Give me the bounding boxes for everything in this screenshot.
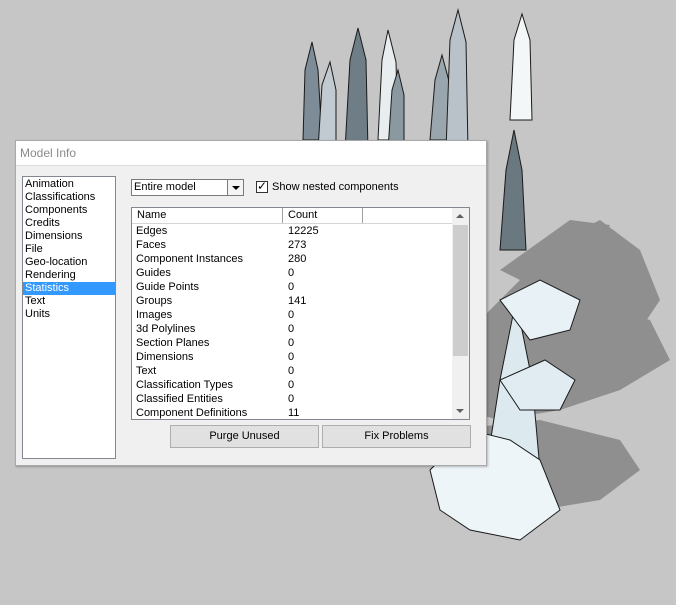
fix-problems-button[interactable]: Fix Problems (322, 425, 471, 448)
row-name: Section Planes (136, 337, 210, 349)
sidebar-item-geo-location[interactable]: Geo-location (23, 256, 115, 269)
sidebar-item-text[interactable]: Text (23, 295, 115, 308)
row-count: 0 (288, 365, 295, 377)
sidebar-item-units[interactable]: Units (23, 308, 115, 321)
table-row[interactable]: Edges 12225 (132, 224, 453, 238)
table-row[interactable]: Component Definitions 11 (132, 406, 453, 419)
table-row[interactable]: Classification Types 0 (132, 378, 453, 392)
sidebar-item-statistics[interactable]: Statistics (23, 282, 115, 295)
statistics-table[interactable]: Name Count Edges 12225 Faces 273 Component I… (131, 207, 470, 420)
dialog-title: Model Info (20, 146, 77, 160)
row-count: 0 (288, 379, 295, 391)
row-name: Guide Points (136, 281, 199, 293)
row-name: Edges (136, 225, 168, 237)
row-name: Classified Entities (136, 393, 223, 405)
dialog-titlebar[interactable]: Model Info (16, 141, 486, 166)
row-count: 0 (288, 393, 295, 405)
sidebar-item-components[interactable]: Components (23, 204, 115, 217)
checkmark-icon: ✓ (257, 179, 268, 193)
sidebar-list[interactable]: Animation Classifications Components Cre… (22, 176, 116, 459)
row-count: 0 (288, 337, 295, 349)
table-row[interactable]: Faces 273 (132, 238, 453, 252)
column-header-extra[interactable] (363, 208, 453, 223)
table-row[interactable]: Groups 141 (132, 294, 453, 308)
row-name: Component Definitions (136, 407, 248, 419)
row-name: Images (136, 309, 173, 321)
row-count: 11 (288, 407, 300, 419)
table-row[interactable]: Section Planes 0 (132, 336, 453, 350)
row-name: Faces (136, 239, 166, 251)
column-header-name[interactable]: Name (132, 208, 283, 223)
row-count: 0 (288, 323, 295, 335)
row-count: 0 (288, 267, 295, 279)
row-count: 0 (288, 281, 295, 293)
row-count: 273 (288, 239, 307, 251)
row-name: Dimensions (136, 351, 194, 363)
row-count: 12225 (288, 225, 319, 237)
table-row[interactable]: 3d Polylines 0 (132, 322, 453, 336)
model-info-dialog: Model Info Animation Classifications Com… (15, 140, 487, 466)
scope-dropdown[interactable]: Entire model (131, 179, 244, 196)
scroll-down-arrow-icon[interactable] (452, 403, 469, 419)
table-row[interactable]: Guide Points 0 (132, 280, 453, 294)
scope-dropdown-value: Entire model (134, 181, 196, 193)
table-row[interactable]: Component Instances 280 (132, 252, 453, 266)
sidebar-item-classifications[interactable]: Classifications (23, 191, 115, 204)
sidebar-item-credits[interactable]: Credits (23, 217, 115, 230)
row-name: 3d Polylines (136, 323, 196, 335)
row-name: Classification Types (136, 379, 234, 391)
row-name: Component Instances (136, 253, 244, 265)
purge-unused-button[interactable]: Purge Unused (170, 425, 319, 448)
table-row[interactable]: Classified Entities 0 (132, 392, 453, 406)
row-count: 0 (288, 351, 295, 363)
row-name: Guides (136, 267, 171, 279)
row-count: 0 (288, 309, 295, 321)
table-header: Name Count (132, 208, 453, 224)
column-header-count[interactable]: Count (283, 208, 363, 223)
sidebar-item-dimensions[interactable]: Dimensions (23, 230, 115, 243)
row-name: Text (136, 365, 157, 377)
table-row[interactable]: Guides 0 (132, 266, 453, 280)
sidebar-item-rendering[interactable]: Rendering (23, 269, 115, 282)
scroll-up-arrow-icon[interactable] (452, 208, 469, 224)
scrollbar-thumb[interactable] (453, 225, 468, 356)
row-name: Groups (136, 295, 173, 307)
vertical-scrollbar[interactable] (452, 208, 469, 419)
row-count: 141 (288, 295, 307, 307)
sidebar-item-file[interactable]: File (23, 243, 115, 256)
show-nested-label[interactable]: Show nested components (272, 181, 399, 194)
chevron-down-icon[interactable] (227, 180, 243, 195)
row-count: 280 (288, 253, 307, 265)
table-row[interactable]: Images 0 (132, 308, 453, 322)
table-row[interactable]: Text 0 (132, 364, 453, 378)
sidebar-item-animation[interactable]: Animation (23, 178, 115, 191)
show-nested-checkbox[interactable]: ✓ (256, 179, 268, 193)
table-row[interactable]: Dimensions 0 (132, 350, 453, 364)
